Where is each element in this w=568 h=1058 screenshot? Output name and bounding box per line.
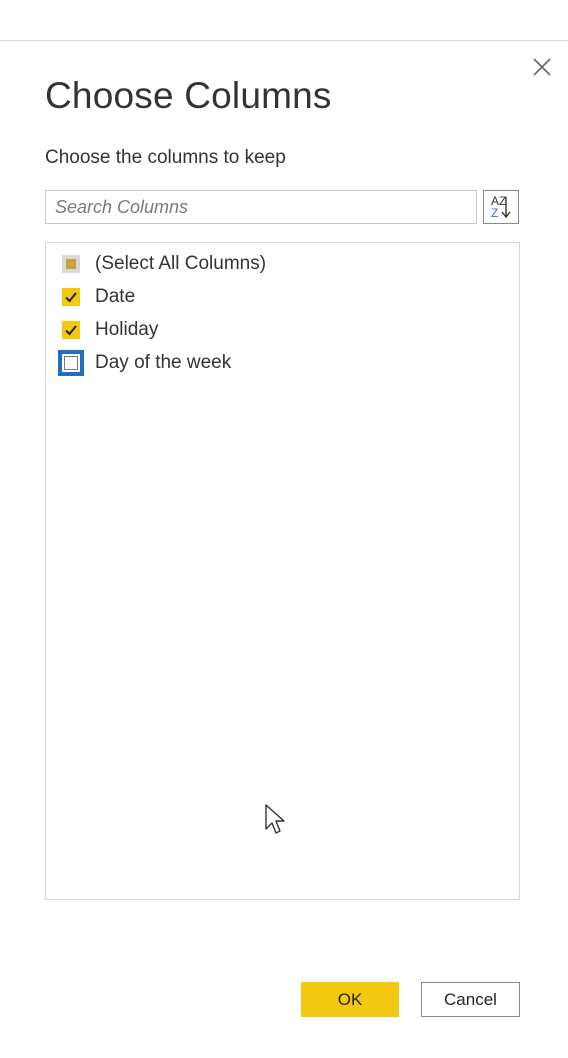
list-item-select-all[interactable]: (Select All Columns) [46,247,519,280]
list-item-label: Holiday [95,318,159,340]
list-item-label: Day of the week [95,351,232,373]
dialog-title: Choose Columns [45,75,332,116]
list-item-holiday[interactable]: Holiday [46,313,519,346]
list-item-label: Date [95,285,136,307]
list-item-label: (Select All Columns) [95,252,267,274]
ok-button[interactable]: OK [301,982,399,1017]
list-item-date[interactable]: Date [46,280,519,313]
sort-az-icon: AZ Z [491,194,511,220]
sort-letter-z: Z [491,206,498,220]
columns-list: (Select All Columns) Date Holiday Day of… [45,242,520,900]
checkmark-icon [65,291,77,302]
page: Choose Columns Choose the columns to kee… [0,0,568,1058]
search-columns-input[interactable] [45,190,477,224]
close-button[interactable] [528,53,556,81]
mouse-pointer-icon [265,804,285,834]
close-icon [533,58,551,76]
indeterminate-mark [66,258,76,269]
sort-columns-button[interactable]: AZ Z [483,190,519,224]
holiday-checkbox[interactable] [62,320,80,339]
checkmark-icon [65,324,77,335]
choose-columns-dialog: Choose Columns Choose the columns to kee… [0,41,568,1058]
select-all-checkbox[interactable] [62,254,80,273]
dialog-subtitle: Choose the columns to keep [45,147,286,168]
day-of-the-week-checkbox[interactable] [58,349,84,376]
list-item-day-of-the-week[interactable]: Day of the week [46,346,519,379]
cancel-button[interactable]: Cancel [421,982,520,1017]
date-checkbox[interactable] [62,287,80,306]
